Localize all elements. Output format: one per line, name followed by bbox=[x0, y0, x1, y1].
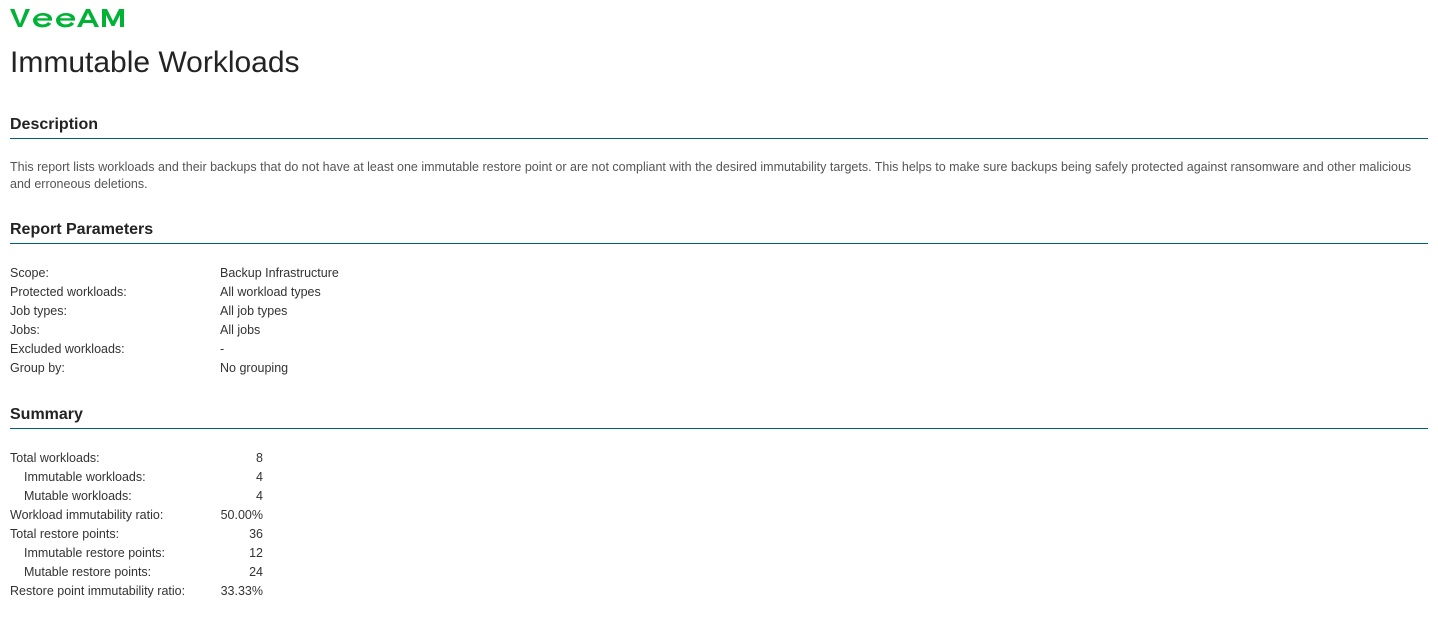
summary-value: 4 bbox=[215, 468, 263, 487]
summary-table: Total workloads:8Immutable workloads:4Mu… bbox=[10, 449, 263, 601]
summary-value: 8 bbox=[215, 449, 263, 468]
parameters-heading: Report Parameters bbox=[10, 221, 1428, 244]
summary-label: Workload immutability ratio: bbox=[10, 506, 215, 525]
summary-row: Immutable restore points:12 bbox=[10, 544, 263, 563]
parameter-label: Jobs: bbox=[10, 321, 220, 340]
summary-label: Mutable restore points: bbox=[10, 563, 215, 582]
description-text: This report lists workloads and their ba… bbox=[10, 159, 1428, 193]
parameter-row: Scope:Backup Infrastructure bbox=[10, 264, 339, 283]
parameter-value: Backup Infrastructure bbox=[220, 264, 339, 283]
parameter-label: Excluded workloads: bbox=[10, 340, 220, 359]
summary-value: 33.33% bbox=[215, 582, 263, 601]
parameter-value: All jobs bbox=[220, 321, 339, 340]
summary-label: Immutable workloads: bbox=[10, 468, 215, 487]
parameter-value: All job types bbox=[220, 302, 339, 321]
parameter-row: Group by:No grouping bbox=[10, 359, 339, 378]
summary-label: Total workloads: bbox=[10, 449, 215, 468]
summary-value: 12 bbox=[215, 544, 263, 563]
summary-label: Immutable restore points: bbox=[10, 544, 215, 563]
parameter-label: Scope: bbox=[10, 264, 220, 283]
parameter-row: Protected workloads:All workload types bbox=[10, 283, 339, 302]
summary-heading: Summary bbox=[10, 406, 1428, 429]
parameter-label: Protected workloads: bbox=[10, 283, 220, 302]
summary-label: Total restore points: bbox=[10, 525, 215, 544]
description-heading: Description bbox=[10, 116, 1428, 139]
summary-row: Restore point immutability ratio:33.33% bbox=[10, 582, 263, 601]
veeam-logo bbox=[10, 8, 1428, 28]
parameter-row: Job types:All job types bbox=[10, 302, 339, 321]
summary-row: Total restore points:36 bbox=[10, 525, 263, 544]
parameter-row: Excluded workloads:- bbox=[10, 340, 339, 359]
parameter-label: Group by: bbox=[10, 359, 220, 378]
parameters-table: Scope:Backup InfrastructureProtected wor… bbox=[10, 264, 339, 378]
summary-value: 36 bbox=[215, 525, 263, 544]
parameter-label: Job types: bbox=[10, 302, 220, 321]
summary-row: Mutable workloads:4 bbox=[10, 487, 263, 506]
parameter-row: Jobs:All jobs bbox=[10, 321, 339, 340]
summary-row: Total workloads:8 bbox=[10, 449, 263, 468]
summary-row: Workload immutability ratio:50.00% bbox=[10, 506, 263, 525]
summary-row: Mutable restore points:24 bbox=[10, 563, 263, 582]
parameter-value: No grouping bbox=[220, 359, 339, 378]
parameter-value: - bbox=[220, 340, 339, 359]
summary-label: Restore point immutability ratio: bbox=[10, 582, 215, 601]
summary-row: Immutable workloads:4 bbox=[10, 468, 263, 487]
summary-label: Mutable workloads: bbox=[10, 487, 215, 506]
page-title: Immutable Workloads bbox=[10, 46, 1428, 80]
summary-value: 4 bbox=[215, 487, 263, 506]
summary-value: 24 bbox=[215, 563, 263, 582]
summary-value: 50.00% bbox=[215, 506, 263, 525]
parameter-value: All workload types bbox=[220, 283, 339, 302]
